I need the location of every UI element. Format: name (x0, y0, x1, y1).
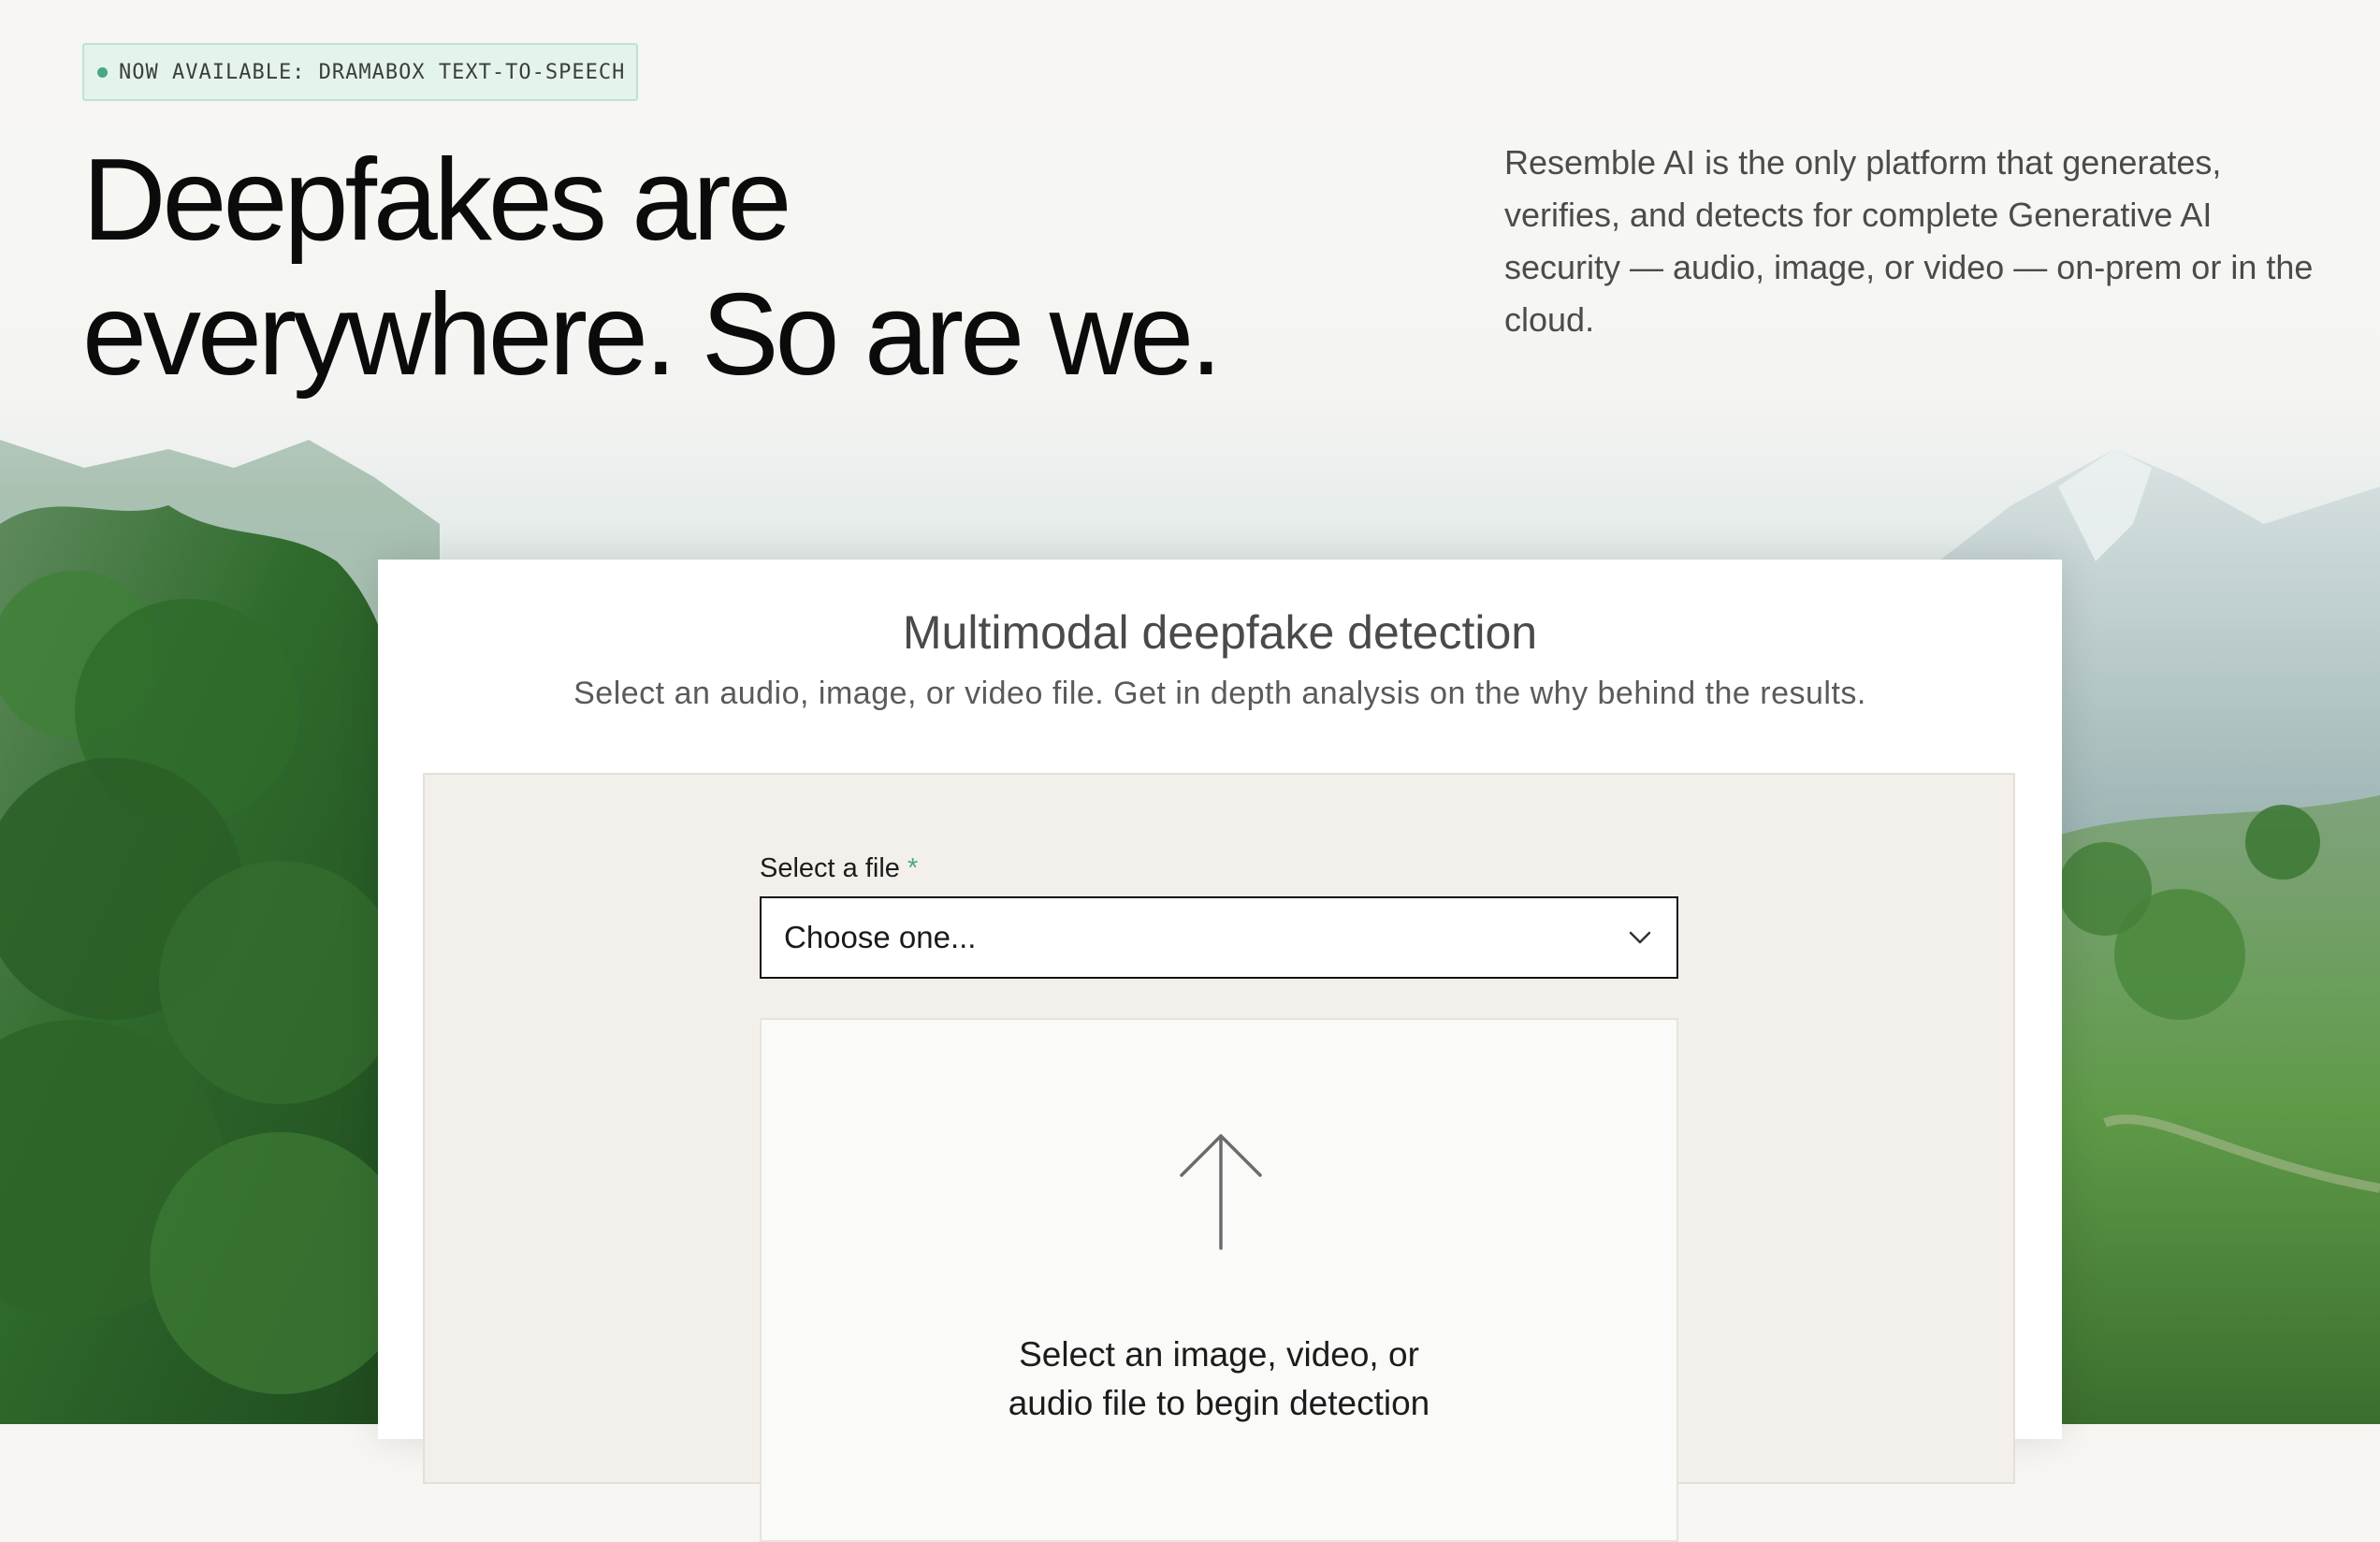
card-title: Multimodal deepfake detection (902, 606, 1538, 659)
card-subtitle: Select an audio, image, or video file. G… (573, 676, 1866, 711)
headline-line-2: everywhere. So are we. (82, 270, 1223, 400)
dropzone-instructions: Select an image, video, or audio file to… (762, 1331, 1676, 1428)
file-select-dropdown[interactable]: Choose one... (760, 896, 1678, 979)
file-select-label-text: Select a file (760, 853, 900, 883)
dropzone-text-line-2: audio file to begin detection (1008, 1384, 1430, 1422)
upload-panel: Select a file * Choose one... Select an … (423, 773, 2015, 1542)
hero-headline: Deepfakes are everywhere. So are we. (82, 133, 1373, 402)
announcement-text: NOW AVAILABLE: DRAMABOX TEXT-TO-SPEECH (119, 60, 626, 84)
chevron-down-icon (1626, 924, 1654, 952)
detection-card: Multimodal deepfake detection Select an … (378, 560, 2062, 1542)
dropzone-text-line-1: Select an image, video, or (1019, 1335, 1419, 1374)
headline-line-1: Deepfakes are (82, 136, 791, 265)
announcement-badge[interactable]: NOW AVAILABLE: DRAMABOX TEXT-TO-SPEECH (82, 43, 639, 101)
file-select-label: Select a file * (760, 850, 918, 887)
required-marker: * (907, 853, 919, 883)
upload-arrow-icon (1180, 1134, 1262, 1250)
file-dropzone[interactable]: Select an image, video, or audio file to… (760, 1018, 1678, 1542)
hero-description: Resemble AI is the only platform that ge… (1504, 143, 2314, 339)
status-dot-icon (97, 66, 108, 78)
file-select-value: Choose one... (784, 920, 977, 954)
